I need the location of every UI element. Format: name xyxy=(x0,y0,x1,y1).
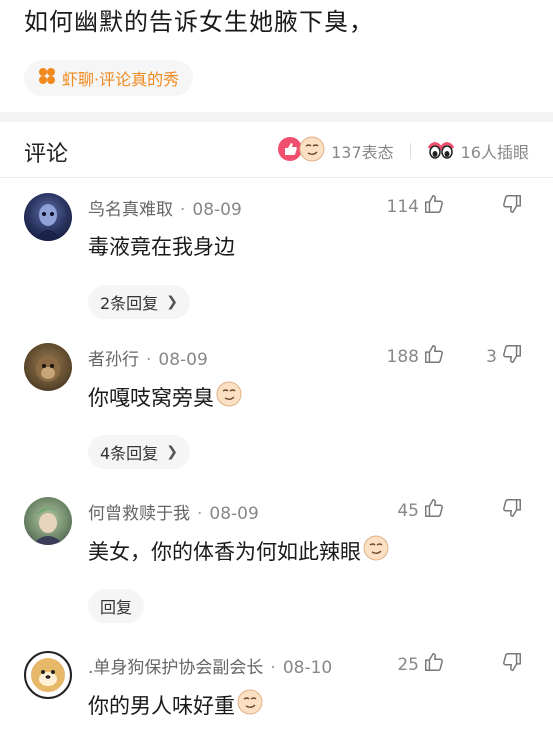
viewers-count: 16人插眼 xyxy=(460,143,529,162)
meta-dot: · xyxy=(146,350,152,370)
comments-header: 评论 137表态 16人插眼 xyxy=(0,122,553,178)
topic-chip[interactable]: 虾聊·评论真的秀 xyxy=(24,60,194,96)
smirk-face-emoji xyxy=(237,689,263,720)
thumbs-up-icon xyxy=(423,343,445,370)
comment-date: 08-09 xyxy=(209,504,259,524)
topic-chip-label: 虾聊·评论真的秀 xyxy=(62,70,180,89)
like-button[interactable]: 114 xyxy=(387,193,445,220)
peeking-eyes-icon xyxy=(427,138,455,164)
like-count: 25 xyxy=(397,654,419,675)
replies-button[interactable]: 4条回复 ❯ xyxy=(88,435,190,469)
comment-text: 你的男人味好重 xyxy=(88,689,263,720)
chevron-right-icon: ❯ xyxy=(166,294,178,310)
comment-date: 08-09 xyxy=(192,200,242,220)
avatar[interactable] xyxy=(24,651,72,699)
like-button[interactable]: 188 xyxy=(387,343,445,370)
author-name[interactable]: 鸟名真难取 xyxy=(88,200,173,220)
meta-dot: · xyxy=(197,504,203,524)
like-count: 45 xyxy=(397,500,419,521)
thumbs-up-icon xyxy=(423,193,445,220)
thumbs-down-icon xyxy=(501,343,523,370)
reaction-icons xyxy=(277,136,325,166)
header-separator xyxy=(409,143,411,159)
avatar[interactable] xyxy=(24,497,72,545)
thumbs-down-icon xyxy=(501,651,523,678)
avatar[interactable] xyxy=(24,343,72,391)
like-button[interactable]: 45 xyxy=(397,497,445,524)
author-name[interactable]: 何曾救赎于我 xyxy=(88,504,190,524)
avatar[interactable] xyxy=(24,193,72,241)
comment-text: 毒液竟在我身边 xyxy=(88,231,235,261)
comment-text: 你嘎吱窝旁臭 xyxy=(88,381,242,412)
dislike-button[interactable] xyxy=(497,651,523,678)
comment-body: 你的男人味好重 xyxy=(88,693,235,718)
section-divider-band xyxy=(0,112,553,122)
comment-date: 08-10 xyxy=(282,658,333,678)
replies-button[interactable]: 2条回复 ❯ xyxy=(88,285,190,319)
comment-meta: .单身狗保护协会副会长 · 08-10 xyxy=(88,653,332,678)
header-divider xyxy=(0,177,553,178)
meta-dot: · xyxy=(180,200,186,220)
comment-text: 美女，你的体香为何如此辣眼 xyxy=(88,535,389,566)
author-name[interactable]: .单身狗保护协会副会长 xyxy=(88,658,263,678)
comment-body: 美女，你的体香为何如此辣眼 xyxy=(88,539,361,564)
comments-title: 评论 xyxy=(24,142,69,167)
comment-meta: 鸟名真难取 · 08-09 xyxy=(88,195,242,220)
reactions-summary[interactable]: 137表态 16人插眼 xyxy=(277,136,529,166)
reply-button[interactable]: 回复 xyxy=(88,589,145,623)
comment-meta: 者孙行 · 08-09 xyxy=(88,345,208,370)
comment-date: 08-09 xyxy=(158,350,208,370)
replies-label: 4条回复 xyxy=(100,444,159,463)
thumbs-down-icon xyxy=(501,193,523,220)
dislike-button[interactable]: 3 xyxy=(486,343,523,370)
smirk-face-emoji xyxy=(216,381,242,412)
thumbs-up-icon xyxy=(423,497,445,524)
dislike-count: 3 xyxy=(486,346,497,367)
smirk-face-emoji xyxy=(299,136,325,166)
author-name[interactable]: 者孙行 xyxy=(88,350,139,370)
dislike-button[interactable] xyxy=(497,193,523,220)
like-count: 188 xyxy=(386,346,419,367)
comment-meta: 何曾救赎于我 · 08-09 xyxy=(88,499,259,524)
smirk-face-emoji xyxy=(363,535,389,566)
like-count: 114 xyxy=(386,196,419,217)
meta-dot: · xyxy=(270,658,276,678)
reactions-count: 137表态 xyxy=(331,143,394,162)
replies-label: 2条回复 xyxy=(100,294,159,313)
thumbs-up-icon xyxy=(423,651,445,678)
post-title: 如何幽默的告诉女生她腋下臭， xyxy=(24,8,374,36)
chevron-right-icon: ❯ xyxy=(166,444,178,460)
comment-body: 毒液竟在我身边 xyxy=(88,235,235,259)
orange-clover-icon xyxy=(38,67,56,89)
reply-label: 回复 xyxy=(100,598,133,617)
thumbs-down-icon xyxy=(501,497,523,524)
dislike-button[interactable] xyxy=(497,497,523,524)
like-button[interactable]: 25 xyxy=(397,651,445,678)
comment-body: 你嘎吱窝旁臭 xyxy=(88,385,214,410)
